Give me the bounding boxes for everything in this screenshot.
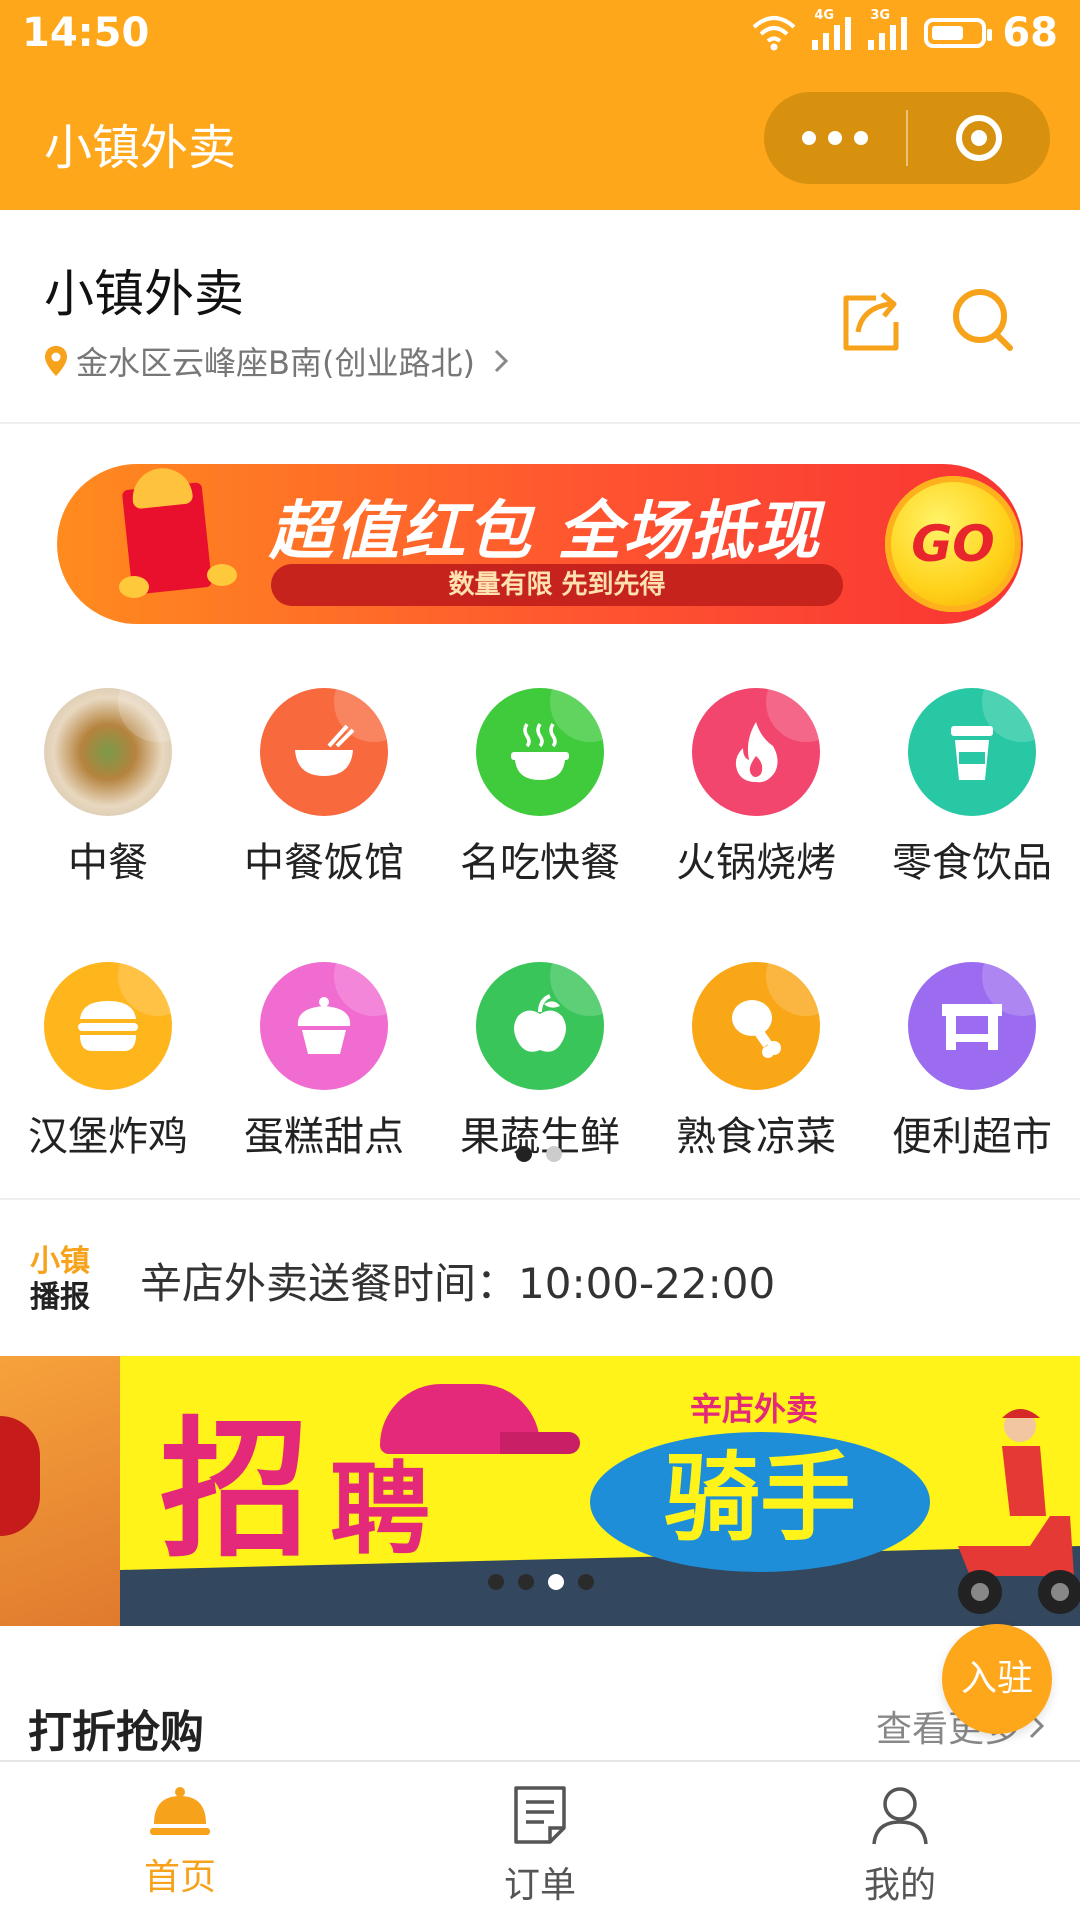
store-name: 小镇外卖	[44, 265, 244, 323]
recruit-brand: 辛店外卖	[690, 1390, 819, 1428]
share-icon	[843, 292, 899, 351]
signal-4g-icon: 4G	[812, 8, 852, 50]
category-pager-dots	[516, 1146, 562, 1162]
category-fruit-veg[interactable]: 果蔬生鲜	[432, 962, 648, 1162]
burger-icon	[44, 962, 172, 1090]
recruit-char-zhao: 招	[160, 1404, 311, 1578]
pager-dot	[546, 1146, 562, 1162]
wifi-icon	[752, 16, 796, 51]
address-text: 金水区云峰座B南(创业路北)	[76, 344, 475, 382]
chinese-dish-photo-icon	[44, 688, 172, 816]
location-selector[interactable]: 金水区云峰座B南(创业路北)	[44, 338, 513, 384]
rice-bowl-icon	[260, 688, 388, 816]
category-label: 蛋糕甜点	[244, 1114, 404, 1160]
battery-icon	[924, 18, 993, 48]
previous-banner-slice	[0, 1356, 120, 1626]
network-type-2: 3G	[870, 8, 891, 23]
pager-dot	[488, 1574, 504, 1590]
cap-illustration	[380, 1384, 580, 1454]
category-label: 零食饮品	[892, 840, 1052, 886]
flame-icon	[692, 688, 820, 816]
join-merchant-button[interactable]: 入驻	[942, 1624, 1052, 1734]
recruit-char-pin: 聘	[330, 1451, 430, 1568]
pager-dot	[516, 1146, 532, 1162]
tab-label: 订单	[503, 1865, 576, 1906]
category-convenience-store[interactable]: 便利超市	[864, 962, 1080, 1162]
store-counter-icon	[908, 962, 1036, 1090]
pager-dot	[518, 1574, 534, 1590]
apple-icon	[476, 962, 604, 1090]
category-label: 火锅烧烤	[676, 840, 836, 886]
drumstick-icon	[692, 962, 820, 1090]
status-time: 14:50	[22, 10, 150, 56]
category-label: 中餐	[68, 840, 148, 886]
more-menu-button[interactable]	[764, 131, 906, 145]
pager-dot	[578, 1574, 594, 1590]
category-label: 汉堡炸鸡	[28, 1114, 188, 1160]
coin-icon	[207, 564, 237, 586]
category-snacks-drinks[interactable]: 零食饮品	[864, 688, 1080, 888]
category-label: 名吃快餐	[460, 840, 620, 886]
red-packet-promo-banner[interactable]: 超值红包 全场抵现 数量有限 先到先得 GO	[57, 464, 1023, 624]
search-icon	[953, 289, 1013, 351]
broadcast-logo-line2: 播报	[30, 1280, 90, 1315]
category-label: 便利超市	[892, 1114, 1052, 1160]
discount-section-title: 打折抢购	[28, 1707, 204, 1758]
tab-label: 我的	[863, 1865, 936, 1906]
bottom-tab-bar: 首页 订单 我的	[0, 1760, 1080, 1922]
close-miniprogram-button[interactable]	[908, 112, 1050, 164]
promo-headline: 超值红包 全场抵现	[269, 495, 822, 569]
category-deli-cold-dish[interactable]: 熟食凉菜	[648, 962, 864, 1162]
recruit-role: 骑手	[664, 1442, 856, 1554]
tab-profile[interactable]: 我的	[720, 1762, 1080, 1922]
promo-subline: 数量有限 先到先得	[448, 570, 666, 600]
location-pin-icon	[45, 346, 67, 376]
user-profile-icon	[872, 1787, 928, 1845]
category-label: 中餐饭馆	[244, 840, 404, 886]
tab-label: 首页	[143, 1857, 216, 1898]
chevron-right-icon	[494, 349, 509, 373]
coin-icon	[119, 576, 149, 598]
drink-cup-icon	[908, 688, 1036, 816]
miniprogram-capsule	[764, 92, 1050, 184]
category-snacks-fastfood[interactable]: 名吃快餐	[432, 688, 648, 888]
status-icons: 4G 3G 68	[752, 8, 1058, 56]
share-button[interactable]	[836, 286, 908, 358]
grid-divider	[0, 1198, 1080, 1200]
steaming-bowl-icon	[476, 688, 604, 816]
target-icon	[956, 115, 1002, 161]
app-title: 小镇外卖	[44, 120, 237, 176]
category-burger-chicken[interactable]: 汉堡炸鸡	[0, 962, 216, 1162]
tab-orders[interactable]: 订单	[360, 1762, 720, 1922]
delivery-hours-notice[interactable]: 辛店外卖送餐时间：10:00-22:00	[140, 1250, 775, 1311]
scooter-rider-illustration	[958, 1409, 1080, 1614]
category-cake-dessert[interactable]: 蛋糕甜点	[216, 962, 432, 1162]
category-chinese-food[interactable]: 中餐	[0, 688, 216, 888]
go-badge: GO	[885, 476, 1021, 612]
category-chinese-restaurant[interactable]: 中餐饭馆	[216, 688, 432, 888]
tab-home[interactable]: 首页	[0, 1762, 360, 1922]
title-bar: 14:50 4G 3G 68 小镇外卖	[0, 0, 1080, 210]
header-divider	[0, 422, 1080, 424]
network-type-1: 4G	[814, 8, 835, 23]
category-hotpot-bbq[interactable]: 火锅烧烤	[648, 688, 864, 888]
broadcast-logo-line1: 小镇	[30, 1244, 90, 1279]
order-list-icon	[514, 1786, 566, 1844]
category-label: 熟食凉菜	[676, 1114, 836, 1160]
search-button[interactable]	[950, 284, 1016, 354]
signal-3g-icon: 3G	[868, 8, 908, 50]
home-cloche-icon	[150, 1787, 210, 1835]
recruit-pager-dots	[488, 1574, 594, 1590]
town-broadcast-logo: 小镇 播报	[30, 1244, 110, 1316]
battery-percent: 68	[1002, 10, 1058, 56]
pager-dot	[548, 1574, 564, 1590]
cupcake-icon	[260, 962, 388, 1090]
